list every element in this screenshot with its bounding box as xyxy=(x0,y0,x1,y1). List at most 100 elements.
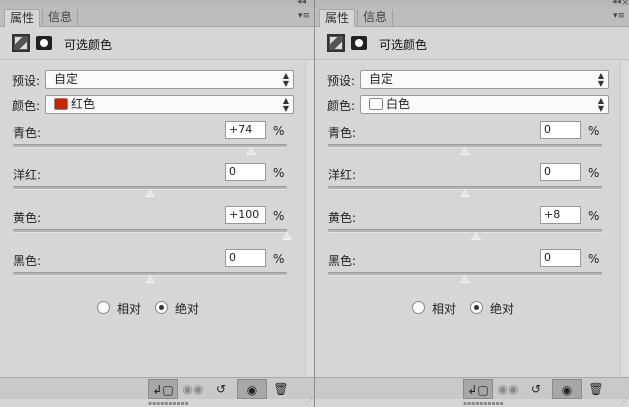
cyan-input[interactable]: +74 xyxy=(225,121,266,139)
colors-select[interactable]: 白色 ▲ ▼ xyxy=(360,95,609,114)
collapse-icon[interactable]: ◂◂ xyxy=(297,0,306,7)
tab-bar: 属性 信息 ▾≡ xyxy=(0,7,314,27)
resize-corner-icon[interactable]: ⋰ xyxy=(305,397,313,406)
magenta-slider-knob[interactable] xyxy=(459,188,471,198)
vertical-scrollbar[interactable] xyxy=(305,61,314,377)
adjustment-title: 可选颜色 xyxy=(64,38,113,52)
resize-grip[interactable]: ▪▪▪▪▪▪▪▪▪▪ xyxy=(463,400,504,407)
layer-mask-icon[interactable] xyxy=(351,36,367,50)
magenta-unit: % xyxy=(273,166,285,180)
select-arrows-icon: ▲ ▼ xyxy=(597,71,604,88)
magenta-input[interactable]: 0 xyxy=(540,163,581,181)
relative-label[interactable]: 相对 xyxy=(117,300,141,317)
cyan-input[interactable]: 0 xyxy=(540,121,581,139)
vertical-scrollbar[interactable] xyxy=(620,61,629,377)
color-swatch xyxy=(369,98,383,110)
colors-value: 红色 xyxy=(71,97,96,111)
reset-icon[interactable]: ↺ xyxy=(521,379,551,399)
trash-icon[interactable]: 🗑 xyxy=(581,379,611,399)
properties-panel-right: ◂◂ × 属性 信息 ▾≡ 可选颜色 预设: 自定 ▲ ▼ 颜色: 白色 ▲ ▼ 青… xyxy=(315,0,629,407)
method-radio-group: 相对 绝对 xyxy=(315,298,629,318)
absolute-label[interactable]: 绝对 xyxy=(490,300,514,317)
panel-menu-icon[interactable]: ▾≡ xyxy=(298,11,310,21)
tab-info[interactable]: 信息 xyxy=(357,9,394,27)
relative-radio[interactable] xyxy=(97,301,110,314)
panel-top-strip: ◂◂ × xyxy=(315,0,629,8)
preset-select[interactable]: 自定 ▲ ▼ xyxy=(45,70,294,89)
select-arrows-icon: ▲ ▼ xyxy=(282,71,289,88)
panel-menu-icon[interactable]: ▾≡ xyxy=(613,11,625,21)
preset-label: 预设: xyxy=(12,74,41,88)
visibility-eye-icon[interactable]: ◉ xyxy=(237,379,267,399)
colors-value: 白色 xyxy=(386,97,411,111)
magenta-input[interactable]: 0 xyxy=(225,163,266,181)
yellow-slider-track[interactable] xyxy=(328,229,602,241)
select-arrows-icon: ▲ ▼ xyxy=(282,96,289,113)
absolute-label[interactable]: 绝对 xyxy=(175,300,199,317)
colors-label: 颜色: xyxy=(327,99,356,113)
select-arrows-icon: ▲ ▼ xyxy=(597,96,604,113)
black-input[interactable]: 0 xyxy=(225,249,266,267)
panel-top-strip: ◂◂ xyxy=(0,0,314,7)
tab-properties[interactable]: 属性 xyxy=(319,9,356,27)
relative-label[interactable]: 相对 xyxy=(432,300,456,317)
black-slider-knob[interactable] xyxy=(144,274,156,284)
magenta-slider-track[interactable] xyxy=(13,186,287,198)
black-input[interactable]: 0 xyxy=(540,249,581,267)
panel-footer: ↲▢ ◉◉ ↺ ◉ 🗑 xyxy=(0,377,314,399)
cyan-label: 青色: xyxy=(328,126,357,140)
visibility-eye-icon[interactable]: ◉ xyxy=(552,379,582,399)
collapse-icon[interactable]: ◂◂ xyxy=(612,0,621,7)
absolute-radio[interactable] xyxy=(470,301,483,314)
resize-corner-icon[interactable]: ⋰ xyxy=(620,397,628,406)
preset-label: 预设: xyxy=(327,74,356,88)
method-radio-group: 相对 绝对 xyxy=(0,298,314,318)
black-unit: % xyxy=(588,252,600,266)
preset-value: 自定 xyxy=(54,72,79,86)
cyan-slider-knob[interactable] xyxy=(245,146,258,156)
black-label: 黑色: xyxy=(328,254,357,268)
black-slider-track[interactable] xyxy=(328,272,602,284)
tab-properties[interactable]: 属性 xyxy=(4,9,41,27)
black-label: 黑色: xyxy=(13,254,42,268)
relative-radio[interactable] xyxy=(412,301,425,314)
view-previous-icon[interactable]: ◉◉ xyxy=(178,379,208,399)
trash-icon[interactable]: 🗑 xyxy=(266,379,296,399)
view-previous-icon[interactable]: ◉◉ xyxy=(493,379,523,399)
selective-color-adjustment-icon xyxy=(327,34,345,52)
clip-to-layer-icon[interactable]: ↲▢ xyxy=(463,379,493,399)
properties-panel-left: ◂◂ 属性 信息 ▾≡ 可选颜色 预设: 自定 ▲ ▼ 颜色: 红色 ▲ ▼ 青色:… xyxy=(0,0,314,407)
black-slider-knob[interactable] xyxy=(459,274,471,284)
colors-select[interactable]: 红色 ▲ ▼ xyxy=(45,95,294,114)
color-swatch xyxy=(54,98,68,110)
resize-grip[interactable]: ▪▪▪▪▪▪▪▪▪▪ xyxy=(148,400,189,407)
cyan-slider-knob[interactable] xyxy=(459,146,471,156)
magenta-slider-track[interactable] xyxy=(328,186,602,198)
black-unit: % xyxy=(273,252,285,266)
yellow-input[interactable]: +100 xyxy=(225,206,266,224)
colors-label: 颜色: xyxy=(12,99,41,113)
adjustment-header: 可选颜色 xyxy=(0,28,314,60)
cyan-slider-track[interactable] xyxy=(13,144,287,156)
layer-mask-icon[interactable] xyxy=(36,36,52,50)
yellow-slider-track[interactable] xyxy=(13,229,293,241)
clip-to-layer-icon[interactable]: ↲▢ xyxy=(148,379,178,399)
yellow-slider-knob[interactable] xyxy=(469,231,482,241)
yellow-unit: % xyxy=(273,209,285,223)
magenta-slider-knob[interactable] xyxy=(144,188,156,198)
panel-footer: ↲▢ ◉◉ ↺ ◉ 🗑 xyxy=(315,377,629,399)
reset-icon[interactable]: ↺ xyxy=(206,379,236,399)
yellow-unit: % xyxy=(588,209,600,223)
adjustment-header: 可选颜色 xyxy=(315,28,629,60)
cyan-unit: % xyxy=(273,124,285,138)
preset-select[interactable]: 自定 ▲ ▼ xyxy=(360,70,609,89)
preset-value: 自定 xyxy=(369,72,394,86)
absolute-radio[interactable] xyxy=(155,301,168,314)
yellow-slider-knob[interactable] xyxy=(281,231,293,241)
black-slider-track[interactable] xyxy=(13,272,287,284)
cyan-unit: % xyxy=(588,124,600,138)
yellow-input[interactable]: +8 xyxy=(540,206,581,224)
magenta-unit: % xyxy=(588,166,600,180)
tab-info[interactable]: 信息 xyxy=(42,9,79,27)
cyan-slider-track[interactable] xyxy=(328,144,602,156)
